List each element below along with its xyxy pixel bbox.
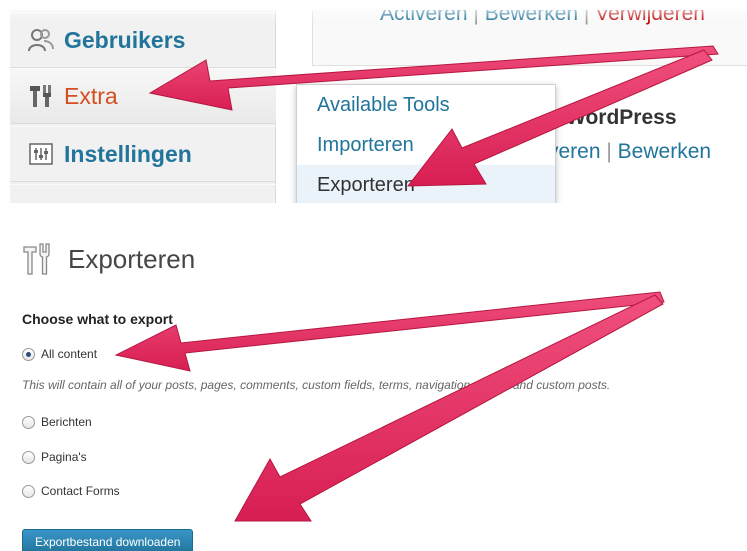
page-title: Exporteren <box>68 243 196 274</box>
radio-contact-forms[interactable]: Contact Forms <box>22 484 120 498</box>
radio-label: Berichten <box>41 415 92 429</box>
submenu-item-importeren[interactable]: Importeren <box>297 125 555 165</box>
plugin-title: r WordPress <box>552 106 677 129</box>
sidebar-item-label: Instellingen <box>64 140 192 167</box>
tools-icon <box>23 243 50 275</box>
radio-button[interactable] <box>22 347 35 361</box>
export-screen: Exporteren Choose what to export All con… <box>0 203 747 551</box>
users-icon <box>26 25 56 55</box>
sidebar-item-label: Extra <box>64 82 118 109</box>
radio-berichten[interactable]: Berichten <box>22 415 92 429</box>
radio-all-content[interactable]: All content <box>22 347 97 361</box>
page-header: Exporteren <box>20 241 195 277</box>
sidebar-item-instellingen[interactable]: Instellingen <box>10 126 276 182</box>
section-heading: Choose what to export <box>22 311 173 327</box>
download-export-button[interactable]: Exportbestand downloaden <box>22 529 194 551</box>
edit-link[interactable]: Bewerken <box>618 140 711 163</box>
plugin-actions: veren | Bewerken <box>548 140 711 164</box>
radio-button[interactable] <box>22 450 35 464</box>
radio-button[interactable] <box>22 415 35 429</box>
separator: | <box>606 140 618 163</box>
crop-fade <box>10 10 747 22</box>
settings-icon <box>26 139 56 169</box>
radio-button[interactable] <box>22 484 35 498</box>
sidebar-item-label: Gebruikers <box>64 26 186 53</box>
radio-label: All content <box>41 347 98 361</box>
radio-label: Pagina's <box>41 450 87 464</box>
radio-label: Contact Forms <box>41 484 120 498</box>
submenu-item-exporteren[interactable]: Exporteren <box>297 165 555 203</box>
option-description: This will contain all of your posts, pag… <box>22 378 611 392</box>
sidebar-item-extra[interactable]: Extra <box>10 68 276 124</box>
admin-menu-screenshot: Gebruikers Extra Instellingen r WordPres… <box>10 10 747 203</box>
submenu-item-available-tools[interactable]: Available Tools <box>297 85 555 125</box>
radio-paginas[interactable]: Pagina's <box>22 450 87 464</box>
tools-icon <box>26 81 56 111</box>
admin-sidebar: Gebruikers Extra Instellingen <box>10 10 276 203</box>
sidebar-item-empty <box>10 184 276 203</box>
extra-submenu: Available Tools Importeren Exporteren <box>296 84 556 203</box>
